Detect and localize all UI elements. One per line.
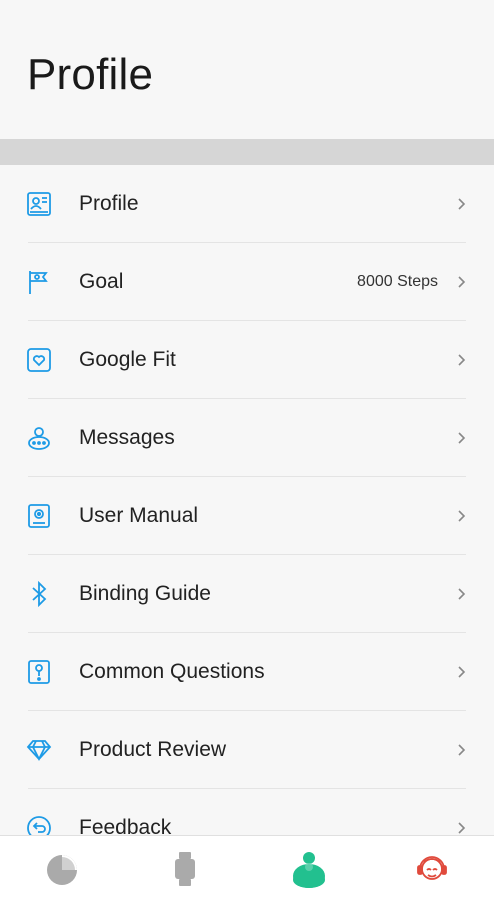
menu-item-messages[interactable]: Messages [0, 399, 494, 477]
menu-item-label: Binding Guide [79, 582, 211, 605]
chevron-right-icon [454, 197, 468, 211]
menu-item-google-fit[interactable]: Google Fit [0, 321, 494, 399]
menu-item-profile[interactable]: Profile [0, 165, 494, 243]
diamond-icon [25, 736, 53, 764]
menu-item-label: User Manual [79, 504, 199, 527]
menu-item-common-questions[interactable]: Common Questions [0, 633, 494, 711]
menu-item-feedback[interactable]: Feedback [0, 789, 494, 835]
menu-item-product-review[interactable]: Product Review [0, 711, 494, 789]
header: Profile [0, 0, 494, 139]
pie-chart-icon [46, 854, 77, 885]
flag-icon [25, 268, 53, 296]
google-fit-icon [25, 346, 53, 374]
feedback-icon [25, 814, 53, 835]
chevron-right-icon [454, 431, 468, 445]
messages-icon [25, 424, 53, 452]
bluetooth-icon [25, 580, 53, 608]
menu-item-user-manual[interactable]: User Manual [0, 477, 494, 555]
settings-menu: Profile Goal 8000 Steps Google Fit Messa… [0, 165, 494, 835]
customer-support-icon [417, 855, 448, 880]
section-divider [0, 139, 494, 165]
menu-item-label: Google Fit [79, 348, 176, 371]
tab-statistics[interactable] [0, 836, 124, 900]
chevron-right-icon [454, 587, 468, 601]
chevron-right-icon [454, 665, 468, 679]
menu-item-label: Product Review [79, 738, 227, 761]
menu-item-label: Goal [79, 270, 124, 293]
goal-steps-value: 8000 Steps [357, 273, 438, 290]
menu-item-label: Profile [79, 192, 139, 215]
chevron-right-icon [454, 353, 468, 367]
menu-item-goal[interactable]: Goal 8000 Steps [0, 243, 494, 321]
user-manual-icon [25, 502, 53, 530]
profile-screen: Profile Profile Goal 8000 Steps Google F… [0, 0, 494, 900]
page-title: Profile [27, 50, 154, 99]
menu-item-label: Common Questions [79, 660, 265, 683]
chevron-right-icon [454, 509, 468, 523]
chevron-right-icon [454, 275, 468, 289]
menu-item-binding-guide[interactable]: Binding Guide [0, 555, 494, 633]
questions-icon [25, 658, 53, 686]
chevron-right-icon [454, 743, 468, 757]
tab-profile[interactable] [247, 836, 371, 900]
tab-support[interactable] [371, 836, 494, 900]
chevron-right-icon [454, 821, 468, 835]
menu-item-label: Feedback [79, 816, 172, 835]
tab-device[interactable] [124, 836, 248, 900]
person-icon [292, 851, 325, 888]
bottom-nav [0, 835, 494, 900]
watch-icon [175, 851, 196, 886]
profile-card-icon [25, 190, 53, 218]
menu-item-label: Messages [79, 426, 175, 449]
